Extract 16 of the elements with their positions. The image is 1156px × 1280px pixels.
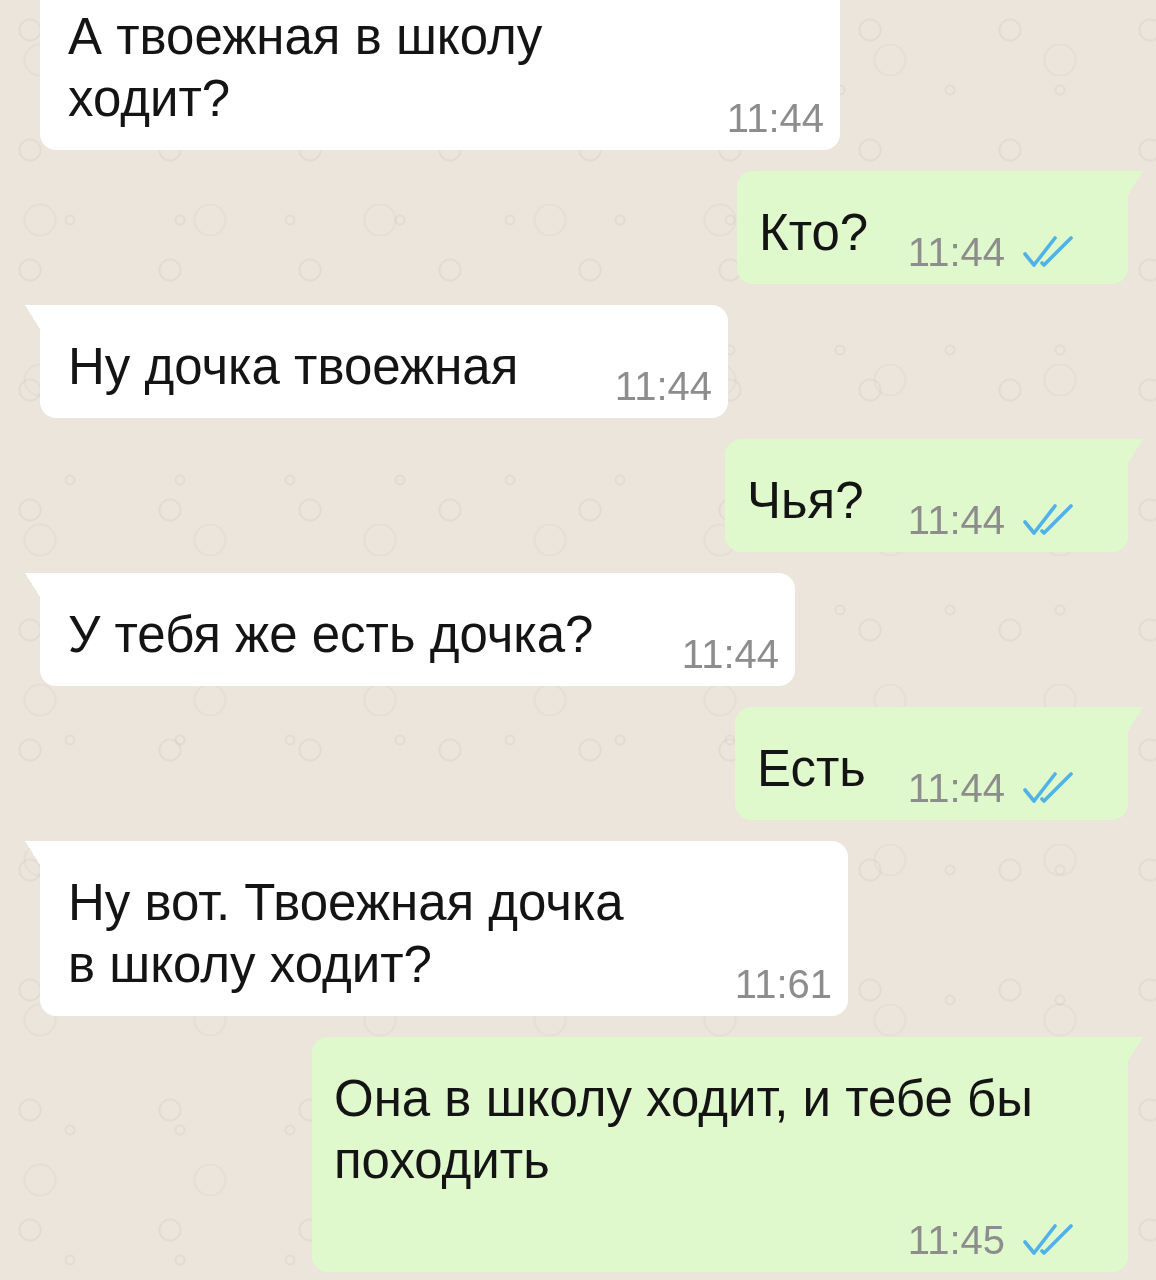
message-text: Ну вот. Твоежная дочка в школу ходит? [68,873,624,995]
message-time: 11:45 [907,1220,1005,1260]
message-time: 11:44 [907,500,1005,540]
message-text: Кто? [759,203,869,263]
message-time: 11:44 [726,98,824,138]
message-time: 11:44 [681,634,779,674]
message-time: 11:44 [907,768,1005,808]
message-text: У тебя же есть дочка? [68,605,594,665]
message-text: Она в школу ходит, и тебе бы походить [334,1069,1033,1191]
message-time: 11:44 [907,232,1005,272]
message-time: 11:61 [734,964,832,1004]
message-text: Есть [757,739,866,799]
message-text: Ну дочка твоежная [68,337,519,397]
message-text: Чья? [747,471,864,531]
message-text: А твоежная в школу ходит? [68,7,543,129]
message-time: 11:44 [614,366,712,406]
